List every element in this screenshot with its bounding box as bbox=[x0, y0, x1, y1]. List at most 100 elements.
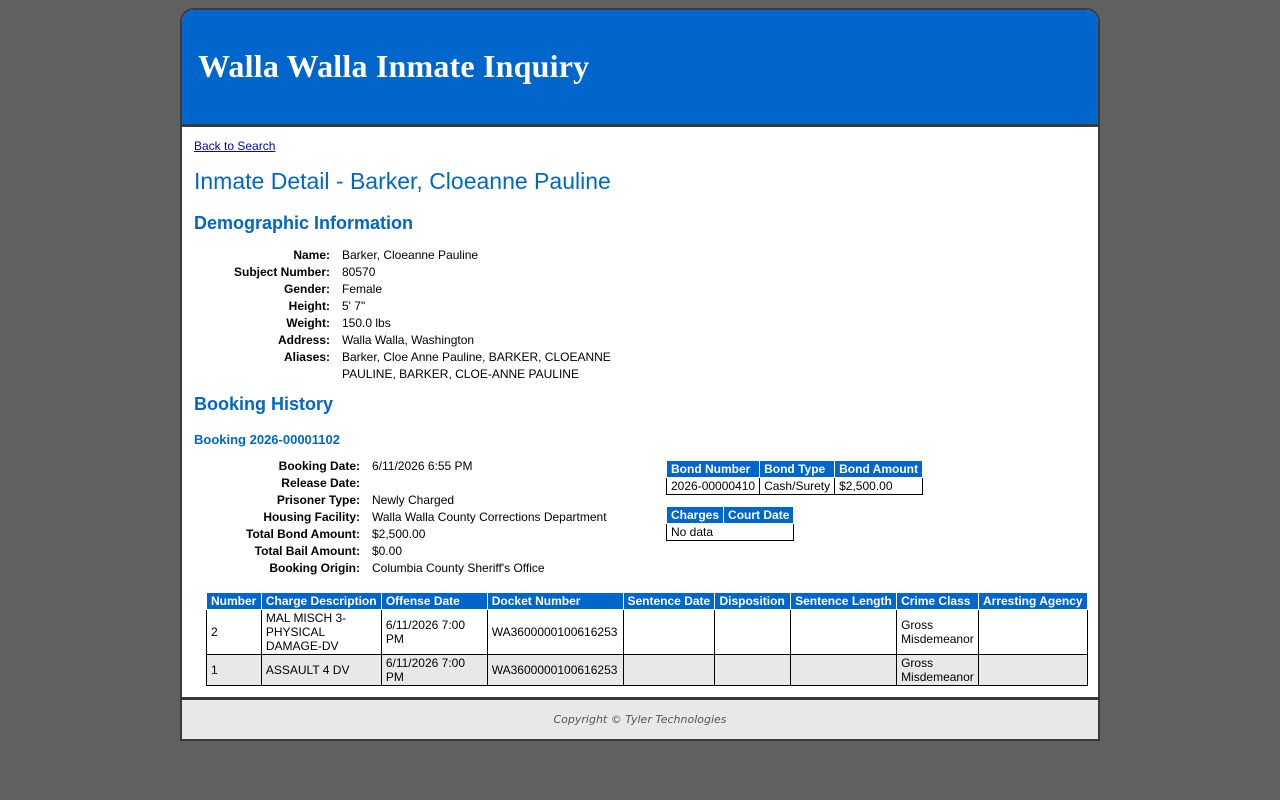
column-header-bond-amount: Bond Amount bbox=[834, 460, 923, 478]
booking-row-booking-date: Booking Date: 6/11/2026 6:55 PM bbox=[194, 458, 652, 475]
booking-row-total-bond-amount: Total Bond Amount: $2,500.00 bbox=[194, 526, 652, 543]
table-cell: 1 bbox=[206, 654, 262, 686]
booking-row-total-bail-amount: Total Bail Amount: $0.00 bbox=[194, 543, 652, 560]
field-label: Address: bbox=[277, 333, 330, 347]
field-value: 150.0 lbs bbox=[342, 316, 391, 330]
table-cell bbox=[714, 609, 792, 655]
field-label: Booking Date: bbox=[278, 459, 360, 473]
table-cell: Gross Misdemeanor bbox=[896, 609, 979, 655]
field-label: Release Date: bbox=[281, 476, 360, 490]
demographic-list: Name: Barker, Cloeanne Pauline Subject Num… bbox=[194, 247, 632, 383]
field-row-subject-number: Subject Number: 80570 bbox=[194, 264, 632, 281]
booking-title: Booking 2026-00001102 bbox=[194, 432, 340, 447]
booking-history-title: Booking History bbox=[194, 394, 334, 414]
table-cell bbox=[790, 609, 898, 655]
column-header-disposition: Disposition bbox=[714, 592, 792, 610]
field-row-aliases: Aliases: Barker, Cloe Anne Pauline, BARKE… bbox=[194, 349, 632, 383]
back-to-search-link[interactable]: Back to Search bbox=[194, 139, 275, 153]
table-cell: 2026-00000410 bbox=[665, 477, 761, 495]
table-cell: WA3600000100616253 bbox=[486, 609, 624, 655]
field-row-height: Height: 5' 7" bbox=[194, 298, 632, 315]
field-label: Total Bail Amount: bbox=[254, 544, 360, 558]
table-row: 2 MAL MISCH 3-PHYSICAL DAMAGE-DV 6/11/2026… bbox=[206, 609, 1088, 655]
table-cell bbox=[978, 609, 1088, 655]
site-footer: Copyright © Tyler Technologies bbox=[182, 697, 1098, 739]
table-cell: WA3600000100616253 bbox=[486, 654, 624, 686]
table-header-row: Charges Court Date bbox=[665, 506, 795, 524]
demographic-section-title: Demographic Information bbox=[194, 213, 414, 233]
page-title: Inmate Detail - Barker, Cloeanne Pauline bbox=[194, 168, 611, 194]
column-header-sentence-length: Sentence Length bbox=[790, 592, 898, 610]
field-row-gender: Gender: Female bbox=[194, 281, 632, 298]
table-row: 1 ASSAULT 4 DV 6/11/2026 7:00 PM WA36000001… bbox=[206, 654, 1088, 686]
table-cell: Gross Misdemeanor bbox=[896, 654, 979, 686]
column-header-arresting-agency: Arresting Agency bbox=[978, 592, 1088, 610]
field-label: Gender: bbox=[283, 282, 330, 296]
field-value: Newly Charged bbox=[372, 493, 455, 507]
table-cell bbox=[622, 654, 716, 686]
field-label: Total Bond Amount: bbox=[246, 527, 360, 541]
column-header-docket-number: Docket Number bbox=[486, 592, 624, 610]
field-value: Barker, Cloe Anne Pauline, BARKER, CLOEA… bbox=[342, 350, 611, 381]
court-table: Charges Court Date No data bbox=[665, 506, 795, 541]
table-cell bbox=[790, 654, 898, 686]
bond-table: Bond Number Bond Type Bond Amount 2026-000… bbox=[665, 460, 923, 495]
column-header-charge-description: Charge Description bbox=[260, 592, 382, 610]
field-label: Subject Number: bbox=[233, 265, 330, 279]
column-header-number: Number bbox=[206, 592, 262, 610]
booking-row-booking-origin: Booking Origin: Columbia County Sheriff's… bbox=[194, 560, 652, 577]
field-value bbox=[372, 475, 652, 492]
booking-row-prisoner-type: Prisoner Type: Newly Charged bbox=[194, 492, 652, 509]
table-cell: MAL MISCH 3-PHYSICAL DAMAGE-DV bbox=[260, 609, 382, 655]
table-row: No data bbox=[665, 523, 795, 541]
table-cell: Cash/Surety bbox=[759, 477, 836, 495]
field-value: $2,500.00 bbox=[372, 527, 426, 541]
field-label: Weight: bbox=[286, 316, 330, 330]
field-value: Female bbox=[342, 282, 383, 296]
column-header-offense-date: Offense Date bbox=[380, 592, 488, 610]
table-cell bbox=[978, 654, 1088, 686]
booking-row-release-date: Release Date: bbox=[194, 475, 652, 492]
site-title: Walla Walla Inmate Inquiry bbox=[198, 48, 590, 84]
field-value: Walla Walla, Washington bbox=[342, 333, 475, 347]
column-header-charges: Charges bbox=[665, 506, 725, 524]
field-label: Booking Origin: bbox=[269, 561, 360, 575]
table-cell: 6/11/2026 7:00 PM bbox=[380, 654, 488, 686]
field-row-address: Address: Walla Walla, Washington bbox=[194, 332, 632, 349]
field-row-weight: Weight: 150.0 lbs bbox=[194, 315, 632, 332]
table-cell bbox=[714, 654, 792, 686]
table-cell: 6/11/2026 7:00 PM bbox=[380, 609, 488, 655]
table-cell: 2 bbox=[206, 609, 262, 655]
column-header-court-date: Court Date bbox=[723, 506, 795, 524]
main-content: Back to Search Inmate Detail - Barker, C… bbox=[182, 127, 1098, 697]
field-value: 6/11/2026 6:55 PM bbox=[372, 459, 473, 473]
booking-row-housing-facility: Housing Facility: Walla Walla County Corr… bbox=[194, 509, 652, 526]
column-header-bond-number: Bond Number bbox=[665, 460, 761, 478]
field-label: Name: bbox=[293, 248, 330, 262]
table-cell: ASSAULT 4 DV bbox=[260, 654, 382, 686]
table-header-row: Bond Number Bond Type Bond Amount bbox=[665, 460, 923, 478]
charges-table: Number Charge Description Offense Date Dock… bbox=[206, 592, 1088, 686]
column-header-bond-type: Bond Type bbox=[759, 460, 836, 478]
field-label: Aliases: bbox=[283, 350, 330, 364]
field-value: 80570 bbox=[342, 265, 376, 279]
site-header: Walla Walla Inmate Inquiry bbox=[182, 10, 1098, 127]
field-value: 5' 7" bbox=[342, 299, 366, 313]
field-value: Walla Walla County Corrections Departmen… bbox=[372, 510, 607, 524]
page-frame: Walla Walla Inmate Inquiry Back to Searc… bbox=[180, 8, 1100, 741]
copyright-text: Copyright © Tyler Technologies bbox=[553, 713, 727, 726]
field-label: Height: bbox=[288, 299, 330, 313]
field-row-name: Name: Barker, Cloeanne Pauline bbox=[194, 247, 632, 264]
field-value: Barker, Cloeanne Pauline bbox=[342, 248, 479, 262]
booking-detail-list: Booking Date: 6/11/2026 6:55 PM Release Da… bbox=[194, 458, 652, 577]
table-cell: $2,500.00 bbox=[834, 477, 923, 495]
column-header-sentence-date: Sentence Date bbox=[622, 592, 716, 610]
table-row: 2026-00000410 Cash/Surety $2,500.00 bbox=[665, 477, 923, 495]
field-value: $0.00 bbox=[372, 544, 403, 558]
column-header-crime-class: Crime Class bbox=[896, 592, 979, 610]
field-label: Prisoner Type: bbox=[276, 493, 360, 507]
table-header-row: Number Charge Description Offense Date Dock… bbox=[206, 592, 1088, 610]
field-label: Housing Facility: bbox=[263, 510, 360, 524]
table-cell bbox=[622, 609, 716, 655]
field-value: Columbia County Sheriff's Office bbox=[372, 561, 545, 575]
